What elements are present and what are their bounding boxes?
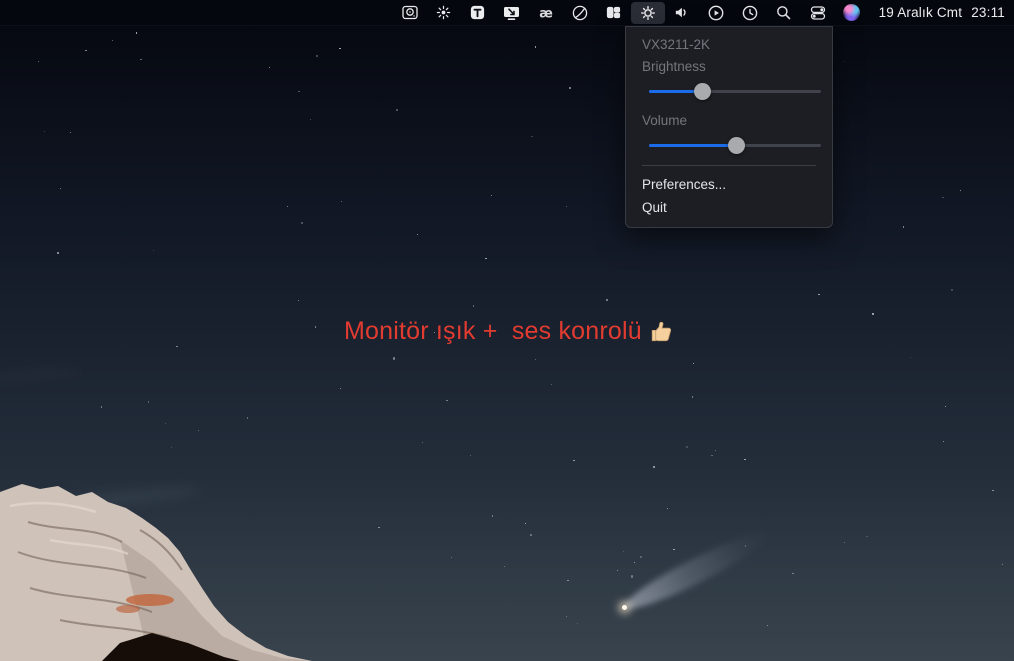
caption-text: Monitör ışık + ses konrolü [344, 317, 642, 346]
menu-bar-clock[interactable]: 19 Aralık Cmt 23:11 [879, 5, 1005, 20]
slider-thumb[interactable] [694, 83, 711, 100]
letter-t-icon[interactable] [461, 2, 495, 24]
monitor-name: VX3211-2K [626, 34, 832, 56]
spotlight-search-icon[interactable] [767, 2, 801, 24]
menu-separator [642, 165, 816, 166]
display-arrow-icon[interactable] [495, 2, 529, 24]
external-drive-icon[interactable] [393, 2, 427, 24]
clock-date: 19 Aralık Cmt [879, 5, 963, 20]
quit-menu-item[interactable]: Quit [626, 196, 832, 219]
rock-cliff [0, 480, 312, 661]
monitorcontrol-menu: VX3211-2K Brightness Volume Preferences.… [625, 26, 833, 228]
desktop-caption: Monitör ışık + ses konrolü [344, 317, 675, 346]
comet-icon [622, 605, 627, 610]
play-circle-icon[interactable] [699, 2, 733, 24]
control-center-icon[interactable] [801, 2, 835, 24]
brightness-slider[interactable] [649, 78, 821, 104]
time-machine-icon[interactable] [733, 2, 767, 24]
volume-slider[interactable] [649, 132, 821, 158]
siri-icon[interactable] [835, 2, 869, 24]
slider-thumb[interactable] [728, 137, 745, 154]
slider-track [649, 90, 821, 94]
volume-label: Volume [626, 110, 832, 132]
menu-bar: æ 19 Aralık Cmt 23:11 [0, 0, 1014, 26]
split-window-icon[interactable] [597, 2, 631, 24]
volume-icon[interactable] [665, 2, 699, 24]
thumbs-up-emoji [649, 319, 675, 345]
preferences-menu-item[interactable]: Preferences... [626, 173, 832, 196]
brightness-sun-icon[interactable] [631, 2, 665, 24]
ae-ligature-icon[interactable]: æ [529, 2, 563, 24]
circle-slash-icon[interactable] [563, 2, 597, 24]
desktop: Monitör ışık + ses konrolü æ 19 Aralık C… [0, 0, 1014, 661]
clock-time: 23:11 [971, 5, 1005, 20]
brightness-label: Brightness [626, 56, 832, 78]
sun-sparkle-icon[interactable] [427, 2, 461, 24]
svg-text:æ: æ [539, 6, 553, 21]
slider-fill [649, 144, 737, 148]
